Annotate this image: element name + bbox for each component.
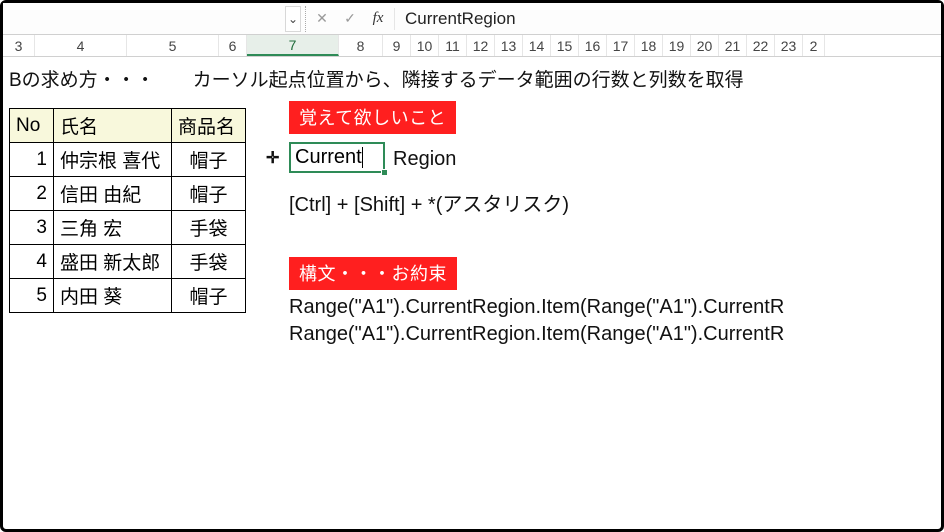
table-row[interactable]: 1仲宗根 喜代帽子 — [10, 143, 246, 177]
namebox-dropdown[interactable]: ⌄ — [285, 6, 301, 32]
column-header[interactable]: 5 — [127, 35, 219, 56]
fx-icon[interactable]: fx — [366, 6, 390, 32]
cell-no[interactable]: 3 — [10, 211, 54, 245]
column-header[interactable]: 13 — [495, 35, 523, 56]
column-header[interactable]: 20 — [691, 35, 719, 56]
cell-name[interactable]: 仲宗根 喜代 — [54, 143, 172, 177]
section-label-remember: 覚えて欲しいこと — [289, 101, 456, 134]
table-row[interactable]: 5内田 葵帽子 — [10, 279, 246, 313]
column-header[interactable]: 7 — [247, 35, 339, 56]
column-header[interactable]: 9 — [383, 35, 411, 56]
formula-input[interactable] — [399, 6, 937, 32]
column-header[interactable]: 8 — [339, 35, 383, 56]
column-header[interactable]: 2 — [803, 35, 825, 56]
column-header[interactable]: 18 — [635, 35, 663, 56]
cell-product[interactable]: 帽子 — [172, 177, 246, 211]
active-cell-text-left: Current — [295, 146, 362, 168]
divider — [394, 8, 395, 30]
column-header[interactable]: 3 — [3, 35, 35, 56]
cell-name[interactable]: 三角 宏 — [54, 211, 172, 245]
table-row[interactable]: 2信田 由紀帽子 — [10, 177, 246, 211]
active-cell[interactable]: Current — [289, 142, 385, 173]
divider — [305, 6, 306, 32]
cell-name[interactable]: 内田 葵 — [54, 279, 172, 313]
cell-no[interactable]: 5 — [10, 279, 54, 313]
fill-handle[interactable] — [381, 169, 388, 176]
cell-no[interactable]: 4 — [10, 245, 54, 279]
column-header[interactable]: 22 — [747, 35, 775, 56]
column-header[interactable]: 11 — [439, 35, 467, 56]
section-label-syntax: 構文・・・お約束 — [289, 257, 457, 290]
code-line: Range("A1").CurrentRegion.Item(Range("A1… — [289, 296, 784, 319]
column-header[interactable]: 17 — [607, 35, 635, 56]
active-cell-text-right: Region — [393, 148, 456, 171]
code-line: Range("A1").CurrentRegion.Item(Range("A1… — [289, 323, 784, 346]
table-row[interactable]: 3三角 宏手袋 — [10, 211, 246, 245]
cell-product[interactable]: 帽子 — [172, 279, 246, 313]
data-table: No 氏名 商品名 1仲宗根 喜代帽子2信田 由紀帽子3三角 宏手袋4盛田 新太… — [9, 108, 246, 313]
column-header[interactable]: 19 — [663, 35, 691, 56]
column-header[interactable]: 16 — [579, 35, 607, 56]
column-headers[interactable]: 345678910111213141516171819202122232 — [3, 35, 941, 57]
formula-bar: ⌄ ✕ ✓ fx — [3, 3, 941, 35]
cell-no[interactable]: 1 — [10, 143, 54, 177]
cell-no[interactable]: 2 — [10, 177, 54, 211]
cell-product[interactable]: 帽子 — [172, 143, 246, 177]
sheet-area[interactable]: Bの求め方・・・ カーソル起点位置から、隣接するデータ範囲の行数と列数を取得 N… — [3, 57, 941, 313]
cell-product[interactable]: 手袋 — [172, 245, 246, 279]
header-name[interactable]: 氏名 — [54, 109, 172, 143]
column-header[interactable]: 12 — [467, 35, 495, 56]
column-header[interactable]: 10 — [411, 35, 439, 56]
header-product[interactable]: 商品名 — [172, 109, 246, 143]
column-header[interactable]: 6 — [219, 35, 247, 56]
text-cursor — [362, 147, 363, 168]
table-row[interactable]: 4盛田 新太郎手袋 — [10, 245, 246, 279]
cell-cursor-icon: ✛ — [266, 148, 279, 168]
keyboard-shortcut: [Ctrl] + [Shift] + *(アスタリスク) — [289, 188, 784, 217]
header-no[interactable]: No — [10, 109, 54, 143]
cell-name[interactable]: 信田 由紀 — [54, 177, 172, 211]
right-pane: 覚えて欲しいこと ✛ Current Region [Ctrl] + [Shif… — [289, 101, 784, 346]
column-header[interactable]: 21 — [719, 35, 747, 56]
column-header[interactable]: 4 — [35, 35, 127, 56]
cell-product[interactable]: 手袋 — [172, 211, 246, 245]
confirm-icon[interactable]: ✓ — [338, 6, 362, 32]
table-header-row: No 氏名 商品名 — [10, 109, 246, 143]
column-header[interactable]: 14 — [523, 35, 551, 56]
column-header[interactable]: 15 — [551, 35, 579, 56]
cancel-icon[interactable]: ✕ — [310, 6, 334, 32]
cell-name[interactable]: 盛田 新太郎 — [54, 245, 172, 279]
column-header[interactable]: 23 — [775, 35, 803, 56]
